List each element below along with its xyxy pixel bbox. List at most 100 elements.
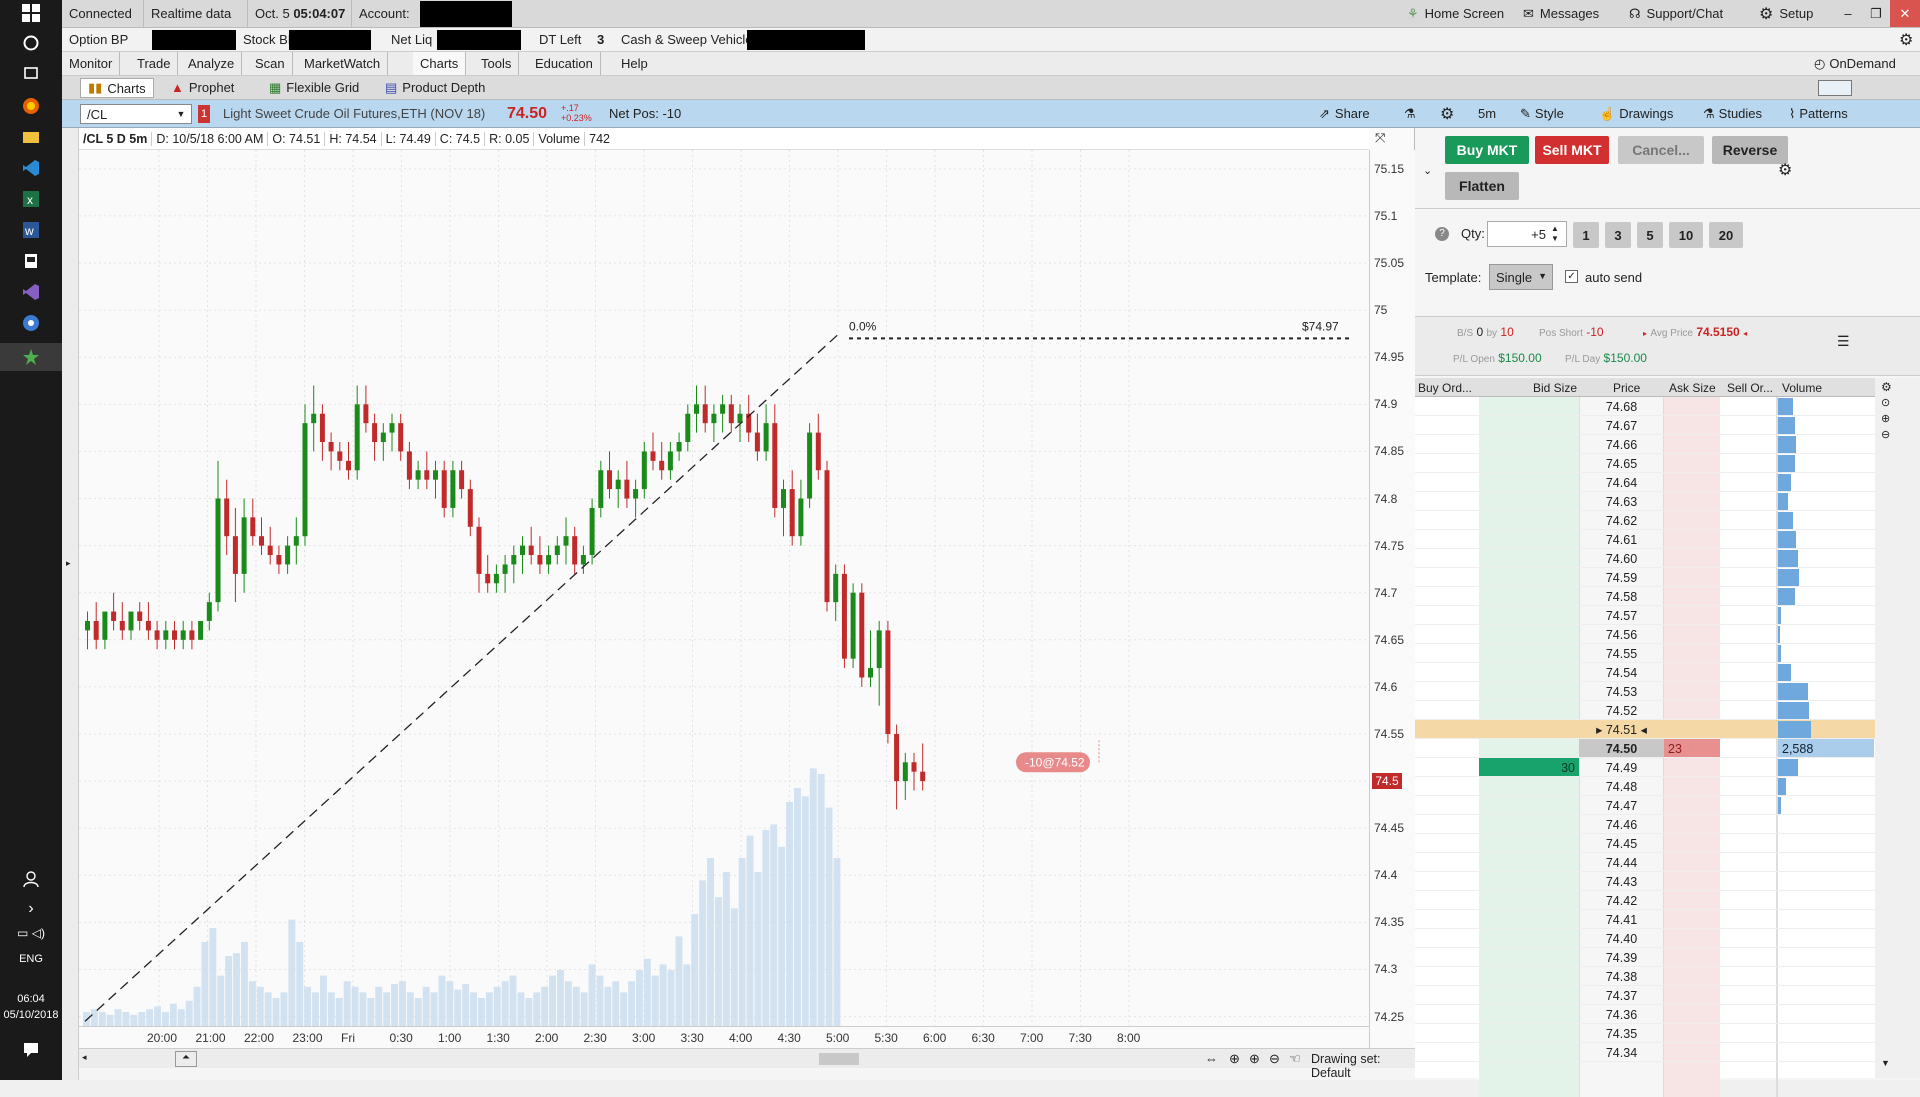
language-indicator[interactable]: ENG [0,953,62,965]
drawing-set-label[interactable]: Drawing set: Default [1311,1052,1415,1080]
ladder-price[interactable]: 74.55 [1579,644,1664,663]
ladder-price[interactable]: 74.34 [1579,1043,1664,1062]
notes-icon[interactable] [20,252,42,274]
list-menu-icon[interactable]: ☰ [1837,333,1850,350]
layout-selector[interactable] [1818,80,1852,96]
timeframe-selector[interactable]: 5m [1471,100,1503,127]
connection-status[interactable]: Connected [62,0,144,27]
qty-stepper-icon[interactable]: ▲ ▼ [1551,224,1559,244]
file-explorer-icon[interactable] [20,128,42,150]
price-ladder[interactable]: Buy Ord... Bid Size Price Ask Size Sell … [1415,378,1920,1097]
ladder-price[interactable]: 74.68 [1579,397,1664,416]
chevron-right-icon[interactable]: › [20,898,42,920]
ladder-price[interactable]: 74.54 [1579,663,1664,682]
notifications-icon[interactable] [20,1040,42,1062]
scroll-left-icon[interactable]: ◂ [82,1052,87,1063]
menu-tools[interactable]: Tools [474,52,520,75]
visual-studio-icon[interactable] [20,283,42,305]
header-bid-size[interactable]: Bid Size [1533,381,1577,395]
chart-expand-icon[interactable]: ⤧ [1375,130,1385,146]
flatten-button[interactable]: Flatten [1445,172,1519,200]
people-icon[interactable] [20,870,42,892]
task-view-icon[interactable] [20,64,42,86]
support-chat-button[interactable]: ☊ Support/Chat [1622,0,1730,27]
ladder-price[interactable]: 74.36 [1579,1005,1664,1024]
buy-market-button[interactable]: Buy MKT [1445,136,1529,164]
excel-icon[interactable]: x [20,190,42,212]
home-screen-button[interactable]: ⚘ Home Screen [1400,0,1511,27]
ladder-price[interactable]: 74.47 [1579,796,1664,815]
ladder-price[interactable]: 74.65 [1579,454,1664,473]
ladder-scroll-down-icon[interactable]: ▼ [1881,1058,1890,1068]
ladder-price[interactable]: 74.59 [1579,568,1664,587]
bid-size-value[interactable]: 30 [1479,758,1579,777]
ladder-price[interactable]: 74.58 [1579,587,1664,606]
search-icon[interactable] [20,34,42,56]
ladder-price[interactable]: 74.50 [1579,739,1664,758]
header-sell-orders[interactable]: Sell Or... [1727,381,1773,395]
ladder-price[interactable]: 74.53 [1579,682,1664,701]
expand-left-icon[interactable]: ▸ [66,558,71,569]
menu-charts[interactable]: Charts [413,52,467,75]
thinkorswim-taskbar-icon[interactable] [0,343,62,371]
ladder-price[interactable]: 74.67 [1579,416,1664,435]
reverse-button[interactable]: Reverse [1712,136,1788,164]
ladder-price[interactable]: 74.39 [1579,948,1664,967]
ondemand-button[interactable]: ◴ OnDemand [1807,52,1903,75]
ladder-zoom-out-icon[interactable]: ⊖ [1881,428,1890,441]
ladder-price[interactable]: 74.60 [1579,549,1664,568]
setup-button[interactable]: ⚙ Setup [1752,0,1820,27]
messages-button[interactable]: ✉ Messages [1516,0,1606,27]
ladder-price[interactable]: 74.63 [1579,492,1664,511]
firefox-icon[interactable] [20,97,42,119]
header-volume[interactable]: Volume [1782,381,1822,395]
qty-preset-5[interactable]: 5 [1637,222,1663,248]
ladder-center-icon[interactable]: ⊙ [1881,396,1890,409]
studies-button[interactable]: ⚗ Studies [1696,100,1769,127]
header-ask-size[interactable]: Ask Size [1669,381,1716,395]
menu-marketwatch[interactable]: MarketWatch [297,52,389,75]
chart-settings-gear-icon[interactable]: ⚙ [1433,100,1461,127]
ladder-price[interactable]: 74.62 [1579,511,1664,530]
template-select[interactable]: Single ▼ [1489,264,1553,290]
account-bar-gear-icon[interactable]: ⚙ [1892,28,1920,51]
subtab-product-depth[interactable]: ▤ Product Depth [378,76,492,99]
ladder-price[interactable]: 74.46 [1579,815,1664,834]
reset-scroll-icon[interactable]: ⏶ [175,1051,197,1067]
alert-badge[interactable]: 1 [198,105,210,123]
subtab-prophet[interactable]: ▲ Prophet [164,76,241,99]
help-icon[interactable]: ? [1435,227,1449,241]
ladder-price[interactable]: 74.40 [1579,929,1664,948]
qty-preset-20[interactable]: 20 [1709,222,1743,248]
ladder-price[interactable]: 74.49 [1579,758,1664,777]
collapse-chevron-icon[interactable]: ⌄ [1423,164,1432,177]
style-button[interactable]: ✎ Style [1513,100,1571,127]
ladder-price[interactable]: 74.48 [1579,777,1664,796]
network-volume-icon[interactable]: ▭ ◁) [8,922,54,944]
pan-arrows-icon[interactable]: ⇔ [1205,1051,1218,1066]
qty-preset-1[interactable]: 1 [1573,222,1599,248]
ladder-price[interactable]: 74.45 [1579,834,1664,853]
menu-scan[interactable]: Scan [248,52,293,75]
ladder-price[interactable]: 74.37 [1579,986,1664,1005]
ask-size-value[interactable]: 23 [1664,739,1720,758]
share-button[interactable]: ⇗ Share [1312,100,1377,127]
ladder-price[interactable]: 74.61 [1579,530,1664,549]
word-icon[interactable]: w [20,221,42,243]
clock-date[interactable]: 05/10/2018 [0,1009,62,1021]
ladder-price[interactable]: 74.66 [1579,435,1664,454]
ladder-price[interactable]: 74.41 [1579,910,1664,929]
clock-time[interactable]: 06:04 [0,993,62,1005]
drawings-button[interactable]: ☝ Drawings [1592,100,1680,127]
subtab-charts[interactable]: ▮▮ Charts [80,78,154,98]
price-chart[interactable]: /CL 5 D 5m D: 10/5/18 6:00 AM O: 74.51 H… [79,128,1415,1080]
qty-preset-10[interactable]: 10 [1669,222,1703,248]
menu-help[interactable]: Help [614,52,655,75]
subtab-flexible-grid[interactable]: ▦ Flexible Grid [262,76,366,99]
vscode-icon[interactable] [20,159,42,181]
ladder-zoom-in-icon[interactable]: ⊕ [1881,412,1890,425]
menu-education[interactable]: Education [528,52,601,75]
windows-start-icon[interactable] [20,4,42,26]
menu-monitor[interactable]: Monitor [62,52,121,75]
ladder-price[interactable]: 74.44 [1579,853,1664,872]
